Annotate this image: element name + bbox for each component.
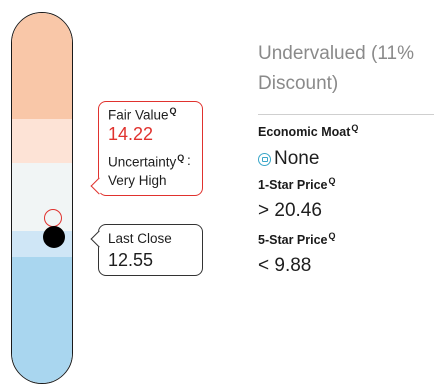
less-than-sign: <	[258, 255, 270, 276]
info-icon[interactable]: Q	[170, 106, 177, 116]
five-star-price-amount: 9.88	[274, 255, 312, 276]
valuation-bar	[11, 12, 73, 384]
valuation-summary: Undervalued (11% Discount)	[258, 39, 434, 99]
valuation-line-1: Undervalued (11%	[258, 43, 414, 64]
slightly-overvalued-band	[12, 119, 72, 163]
one-star-price-amount: 20.46	[274, 200, 322, 221]
last-close-marker	[43, 226, 65, 248]
divider	[258, 114, 434, 115]
economic-moat-value: None	[258, 148, 319, 170]
greater-than-sign: >	[258, 200, 270, 221]
last-close-callout: Last Close 12.55	[90, 224, 203, 276]
five-star-price-label: 5-Star Price	[258, 233, 328, 248]
info-icon[interactable]: Q	[351, 123, 358, 133]
economic-moat-label: Economic Moat	[258, 125, 351, 140]
callout-pointer	[90, 177, 108, 195]
five-star-price-value: < 9.88	[258, 255, 311, 277]
fair-value-label: Fair Value	[108, 107, 169, 123]
economic-moat-text: None	[274, 148, 320, 169]
last-close-amount: 12.55	[108, 250, 154, 270]
fair-band	[12, 163, 72, 231]
uncertainty-colon: :	[187, 153, 191, 168]
valuation-line-2: Discount)	[258, 73, 339, 94]
moat-none-icon	[258, 152, 271, 166]
one-star-price-label: 1-Star Price	[258, 178, 328, 193]
overvalued-band	[12, 13, 72, 119]
undervalued-band	[12, 257, 72, 383]
uncertainty-label: Uncertainty	[108, 154, 177, 170]
info-icon[interactable]: Q	[328, 231, 335, 241]
last-close-label: Last Close	[108, 231, 172, 246]
fair-value-callout: Fair ValueQ 14.22 UncertaintyQ : Very Hi…	[90, 101, 203, 196]
uncertainty-value: Very High	[108, 173, 167, 188]
callout-pointer	[90, 230, 108, 248]
fair-value-marker	[44, 209, 62, 227]
info-icon[interactable]: Q	[328, 176, 335, 186]
info-icon[interactable]: Q	[177, 153, 184, 163]
fair-value-amount: 14.22	[108, 124, 154, 144]
one-star-price-value: > 20.46	[258, 200, 322, 222]
